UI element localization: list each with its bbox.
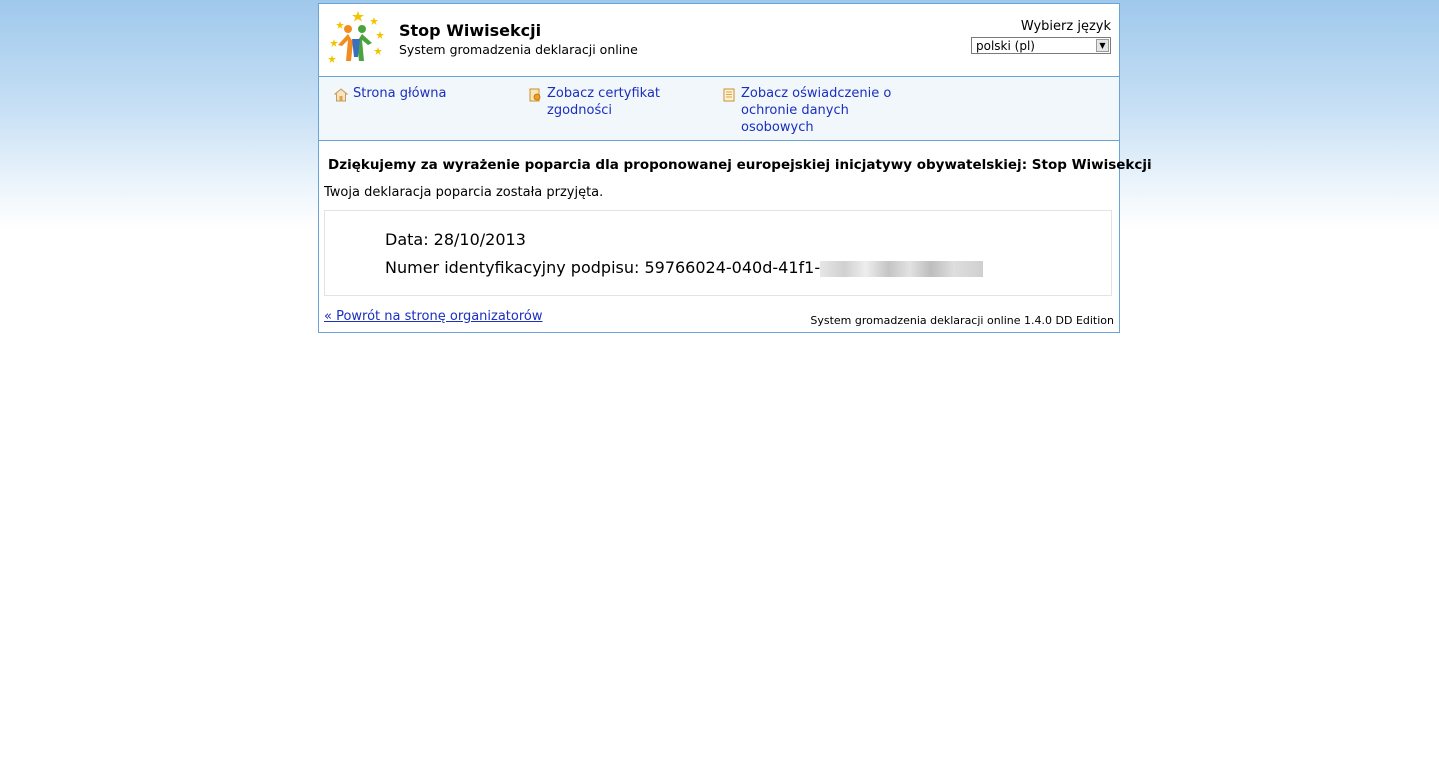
site-header: Stop Wiwisekcji System gromadzenia dekla… <box>319 4 1119 77</box>
thanks-heading: Dziękujemy za wyrażenie poparcia dla pro… <box>328 157 1152 173</box>
language-select-value: polski (pl) <box>976 39 1035 53</box>
date-line: Data: 28/10/2013 <box>385 230 526 249</box>
nav-link-certificate[interactable]: Zobacz certyfikat zgodności <box>547 85 677 119</box>
language-label: Wybierz język <box>1020 19 1111 34</box>
nav-link-home[interactable]: Strona główna <box>353 85 446 102</box>
version-text: System gromadzenia deklaracji online 1.4… <box>810 314 1114 327</box>
certificate-icon <box>529 88 541 102</box>
document-icon <box>723 88 735 102</box>
ecit-logo-icon <box>328 11 384 63</box>
page-container: Stop Wiwisekcji System gromadzenia dekla… <box>318 3 1152 333</box>
site-title: Stop Wiwisekcji <box>399 21 542 40</box>
redacted-blur <box>820 260 984 277</box>
site-subtitle: System gromadzenia deklaracji online <box>399 42 638 57</box>
home-icon <box>334 88 348 102</box>
language-select[interactable]: polski (pl) ▼ <box>971 37 1111 54</box>
accepted-message: Twoja deklaracja poparcia została przyję… <box>324 185 604 200</box>
nav-bar: Strona główna Zobacz certyfikat zgodnośc… <box>319 77 1119 141</box>
chevron-down-icon[interactable]: ▼ <box>1096 39 1109 52</box>
signature-id-text: Numer identyfikacyjny podpisu: 59766024-… <box>385 258 821 277</box>
back-to-organizers-link[interactable]: « Powrót na stronę organizatorów <box>324 309 543 324</box>
signature-id-line: Numer identyfikacyjny podpisu: 59766024-… <box>385 258 984 277</box>
nav-link-privacy[interactable]: Zobacz oświadczenie o ochronie danych os… <box>741 85 901 136</box>
confirmation-box: Data: 28/10/2013 Numer identyfikacyjny p… <box>324 210 1112 296</box>
